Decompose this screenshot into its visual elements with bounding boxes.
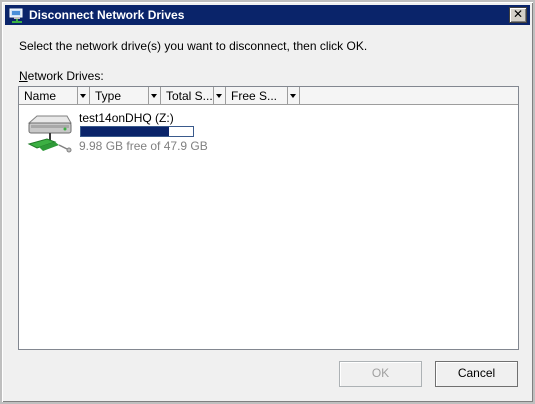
ok-button[interactable]: OK: [339, 361, 422, 387]
drive-usage-bar: [80, 126, 194, 137]
cancel-button[interactable]: Cancel: [435, 361, 518, 387]
title-bar[interactable]: Disconnect Network Drives ✕: [5, 5, 530, 25]
column-name-dropdown-arrow-icon[interactable]: [77, 87, 89, 104]
disconnect-network-drives-dialog: Disconnect Network Drives ✕ Select the n…: [0, 0, 535, 404]
network-drives-list[interactable]: Name Type Total S... Free S... test14onD…: [18, 86, 519, 350]
drive-usage-fill: [81, 127, 170, 136]
column-free-space-dropdown-arrow-icon[interactable]: [287, 87, 299, 104]
column-header-free-space-label: Free S...: [231, 89, 278, 103]
list-item[interactable]: test14onDHQ (Z:) 9.98 GB free of 47.9 GB: [23, 109, 223, 155]
network-drive-title-icon: [9, 8, 23, 23]
drive-free-space: 9.98 GB free of 47.9 GB: [79, 139, 208, 153]
column-header-name-label: Name: [24, 89, 57, 103]
network-drives-label: Network Drives:: [19, 69, 104, 83]
network-drives-label-mnemonic: N: [19, 69, 28, 83]
dialog-title: Disconnect Network Drives: [29, 8, 185, 22]
column-total-size-dropdown-arrow-icon[interactable]: [213, 87, 225, 104]
close-button[interactable]: ✕: [509, 7, 527, 23]
column-header-name[interactable]: Name: [19, 87, 90, 104]
column-header-row: Name Type Total S... Free S...: [19, 87, 518, 105]
column-header-type[interactable]: Type: [90, 87, 161, 104]
column-header-free-space[interactable]: Free S...: [226, 87, 300, 104]
drive-name: test14onDHQ (Z:): [79, 111, 174, 125]
network-drive-icon: [27, 115, 72, 153]
column-header-total-size-label: Total S...: [166, 89, 212, 103]
instruction-text: Select the network drive(s) you want to …: [19, 39, 368, 53]
column-type-dropdown-arrow-icon[interactable]: [148, 87, 160, 104]
column-header-type-label: Type: [95, 89, 122, 103]
column-header-total-size[interactable]: Total S...: [161, 87, 226, 104]
network-drives-label-text: etwork Drives:: [27, 69, 104, 83]
